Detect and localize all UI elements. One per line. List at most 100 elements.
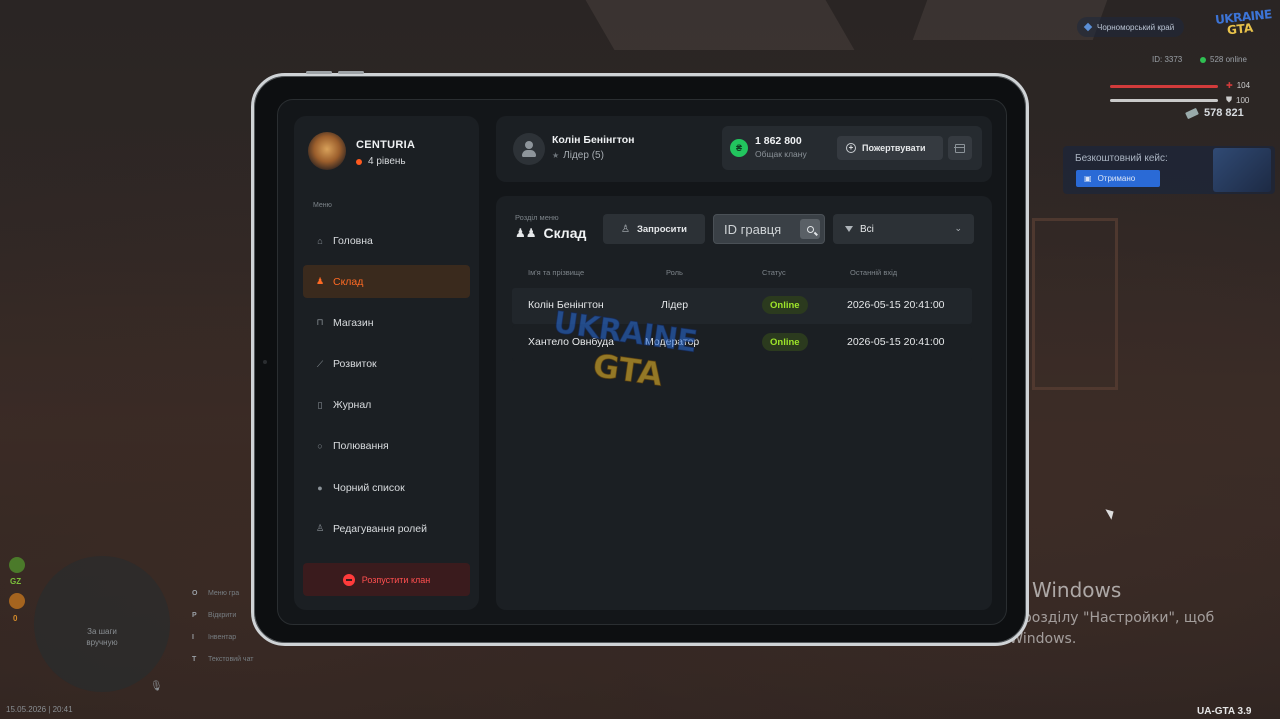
status-badge: Online — [762, 333, 808, 351]
key-hint: P Відкрити — [192, 612, 237, 619]
mouse-cursor-icon — [1105, 506, 1117, 520]
basket-icon: ⊓ — [316, 317, 324, 328]
armor-value: ⛊ 100 — [1226, 95, 1250, 105]
balance-value: 1 862 800 — [755, 135, 802, 147]
user-avatar — [513, 133, 545, 165]
shield-icon: ⛊ — [1226, 95, 1232, 104]
user-name: Колін Бенінгтон — [552, 134, 635, 146]
sidebar-menu: ⌂ Головна ♟ Склад ⊓ Магазин ⟋ Розвиток ▯ — [303, 224, 470, 554]
section-title: ♟♟ Склад — [515, 225, 587, 241]
sidebar-item-edit-roles[interactable]: ♙ Редагування ролей — [303, 512, 470, 545]
status-badge: Online — [762, 296, 808, 314]
free-case-button[interactable]: ▣ Отримано — [1076, 170, 1160, 187]
region-indicator: Чорноморський край — [1077, 17, 1185, 37]
sidebar-item-development[interactable]: ⟋ Розвиток — [303, 348, 470, 381]
sidebar-item-label: Головна — [333, 234, 373, 247]
level-dot-icon — [356, 158, 362, 165]
column-header-last-login: Останній вхід — [850, 268, 898, 277]
microphone-icon: 🎙 — [150, 681, 163, 692]
health-bar — [1110, 85, 1218, 88]
member-last-login: 2026-05-15 20:41:00 — [847, 336, 945, 348]
column-header-role: Роль — [666, 268, 683, 277]
sidebar-item-home[interactable]: ⌂ Головна — [303, 224, 470, 257]
invite-button[interactable]: ♙ Запросити — [603, 214, 705, 244]
sidebar-item-warehouse[interactable]: ♟ Склад — [303, 265, 470, 299]
member-name: Хантело Овнбуда — [528, 336, 615, 348]
background-beam — [585, 0, 855, 50]
ban-icon: ● — [317, 482, 323, 493]
clan-name: CENTURIA — [356, 139, 416, 151]
user-role: ★ Лідер (5) — [552, 150, 604, 161]
player-id: ID: 3373 — [1152, 55, 1183, 64]
home-icon: ⌂ — [317, 235, 323, 246]
user-icon — [525, 141, 533, 149]
sidebar-item-journal[interactable]: ▯ Журнал — [303, 389, 470, 422]
sidebar-item-label: Журнал — [333, 399, 372, 412]
target-icon: ○ — [317, 441, 323, 452]
tablet-side-button — [306, 71, 332, 74]
clan-avatar — [308, 132, 346, 170]
main-panel: Розділ меню ♟♟ Склад ♙ Запросити Всі ⌄ — [496, 196, 992, 610]
menu-caption: Меню — [313, 202, 332, 209]
people-icon: ♟ — [315, 276, 325, 287]
gz-label: GZ — [10, 577, 22, 586]
disband-clan-button[interactable]: Розпустити клан — [303, 563, 470, 596]
column-header-status: Статус — [762, 268, 786, 277]
table-header: Ім'я та прізвище Роль Статус Останній вх… — [528, 268, 978, 280]
wanted-label: 0 — [13, 614, 18, 623]
sidebar-item-label: Магазин — [333, 316, 374, 329]
sidebar-item-label: Полювання — [333, 440, 389, 453]
sidebar-item-shop[interactable]: ⊓ Магазин — [303, 306, 470, 339]
wanted-icon — [9, 593, 25, 609]
money-icon — [1185, 107, 1199, 119]
key-hint: T Текстовий чат — [192, 656, 254, 663]
sidebar-item-hunting[interactable]: ○ Полювання — [303, 430, 470, 463]
donate-button[interactable]: + Пожертвувати — [837, 136, 943, 160]
location-pin-icon — [1083, 22, 1093, 32]
user-edit-icon: ♙ — [315, 523, 325, 534]
game-logo: UKRAINE GTA — [1213, 7, 1272, 40]
minimap: За шаги вручную — [34, 556, 170, 692]
gift-icon: ▣ — [1084, 174, 1092, 183]
chevron-down-icon: ⌄ — [954, 223, 962, 233]
logo-text-bottom: GTA — [1226, 20, 1254, 38]
search-button[interactable] — [800, 219, 820, 239]
heart-icon: ✚ — [1226, 81, 1233, 90]
background-picture-frame — [1032, 218, 1118, 390]
player-id-input[interactable] — [714, 215, 796, 243]
health-value: ✚ 104 — [1226, 81, 1251, 90]
gift-button[interactable] — [948, 136, 972, 160]
header-card: Колін Бенінгтон ★ Лідер (5) ₴ 1 862 800 … — [496, 116, 992, 182]
coin-icon: ₴ — [730, 139, 748, 157]
filter-icon — [845, 226, 853, 232]
sidebar-item-label: Склад — [333, 275, 364, 288]
role-filter-select[interactable]: Всі ⌄ — [833, 214, 974, 244]
region-name: Чорноморський край — [1097, 22, 1175, 32]
clan-level: 4 рівень — [356, 156, 406, 167]
free-case-title: Безкоштовний кейс: — [1075, 153, 1168, 164]
online-count: 528 online — [1200, 55, 1247, 64]
sidebar-item-blacklist[interactable]: ● Чорний список — [303, 471, 470, 504]
member-role: Лідер — [661, 299, 689, 311]
tablet-device: CENTURIA 4 рівень Меню ⌂ Головна ♟ Склад… — [251, 71, 1029, 646]
gift-icon — [954, 143, 965, 153]
table-row[interactable]: Хантело Овнбуда Модератор Online 2026-05… — [512, 325, 972, 361]
tablet-screen: CENTURIA 4 рівень Меню ⌂ Головна ♟ Склад… — [277, 99, 1007, 625]
member-last-login: 2026-05-15 20:41:00 — [847, 299, 945, 311]
chart-icon: ⟋ — [316, 358, 324, 369]
filter-value: Всі — [860, 223, 874, 235]
sidebar: CENTURIA 4 рівень Меню ⌂ Головна ♟ Склад… — [294, 116, 479, 610]
table-row[interactable]: Колін Бенінгтон Лідер Online 2026-05-15 … — [512, 288, 972, 324]
plus-icon: + — [846, 143, 856, 153]
sidebar-item-label: Чорний список — [333, 481, 405, 494]
player-search — [713, 214, 825, 244]
section-caption: Розділ меню — [515, 213, 559, 222]
game-version: UA-GTA 3.9 — [1197, 706, 1252, 717]
book-icon: ▯ — [317, 399, 323, 410]
tablet-camera — [263, 360, 267, 364]
star-icon: ★ — [552, 151, 560, 160]
user-plus-icon: ♙ — [620, 223, 630, 235]
balance-caption: Общак клану — [755, 149, 807, 159]
sidebar-item-label: Редагування ролей — [333, 522, 427, 535]
datetime: 15.05.2026 | 20:41 — [6, 705, 73, 714]
